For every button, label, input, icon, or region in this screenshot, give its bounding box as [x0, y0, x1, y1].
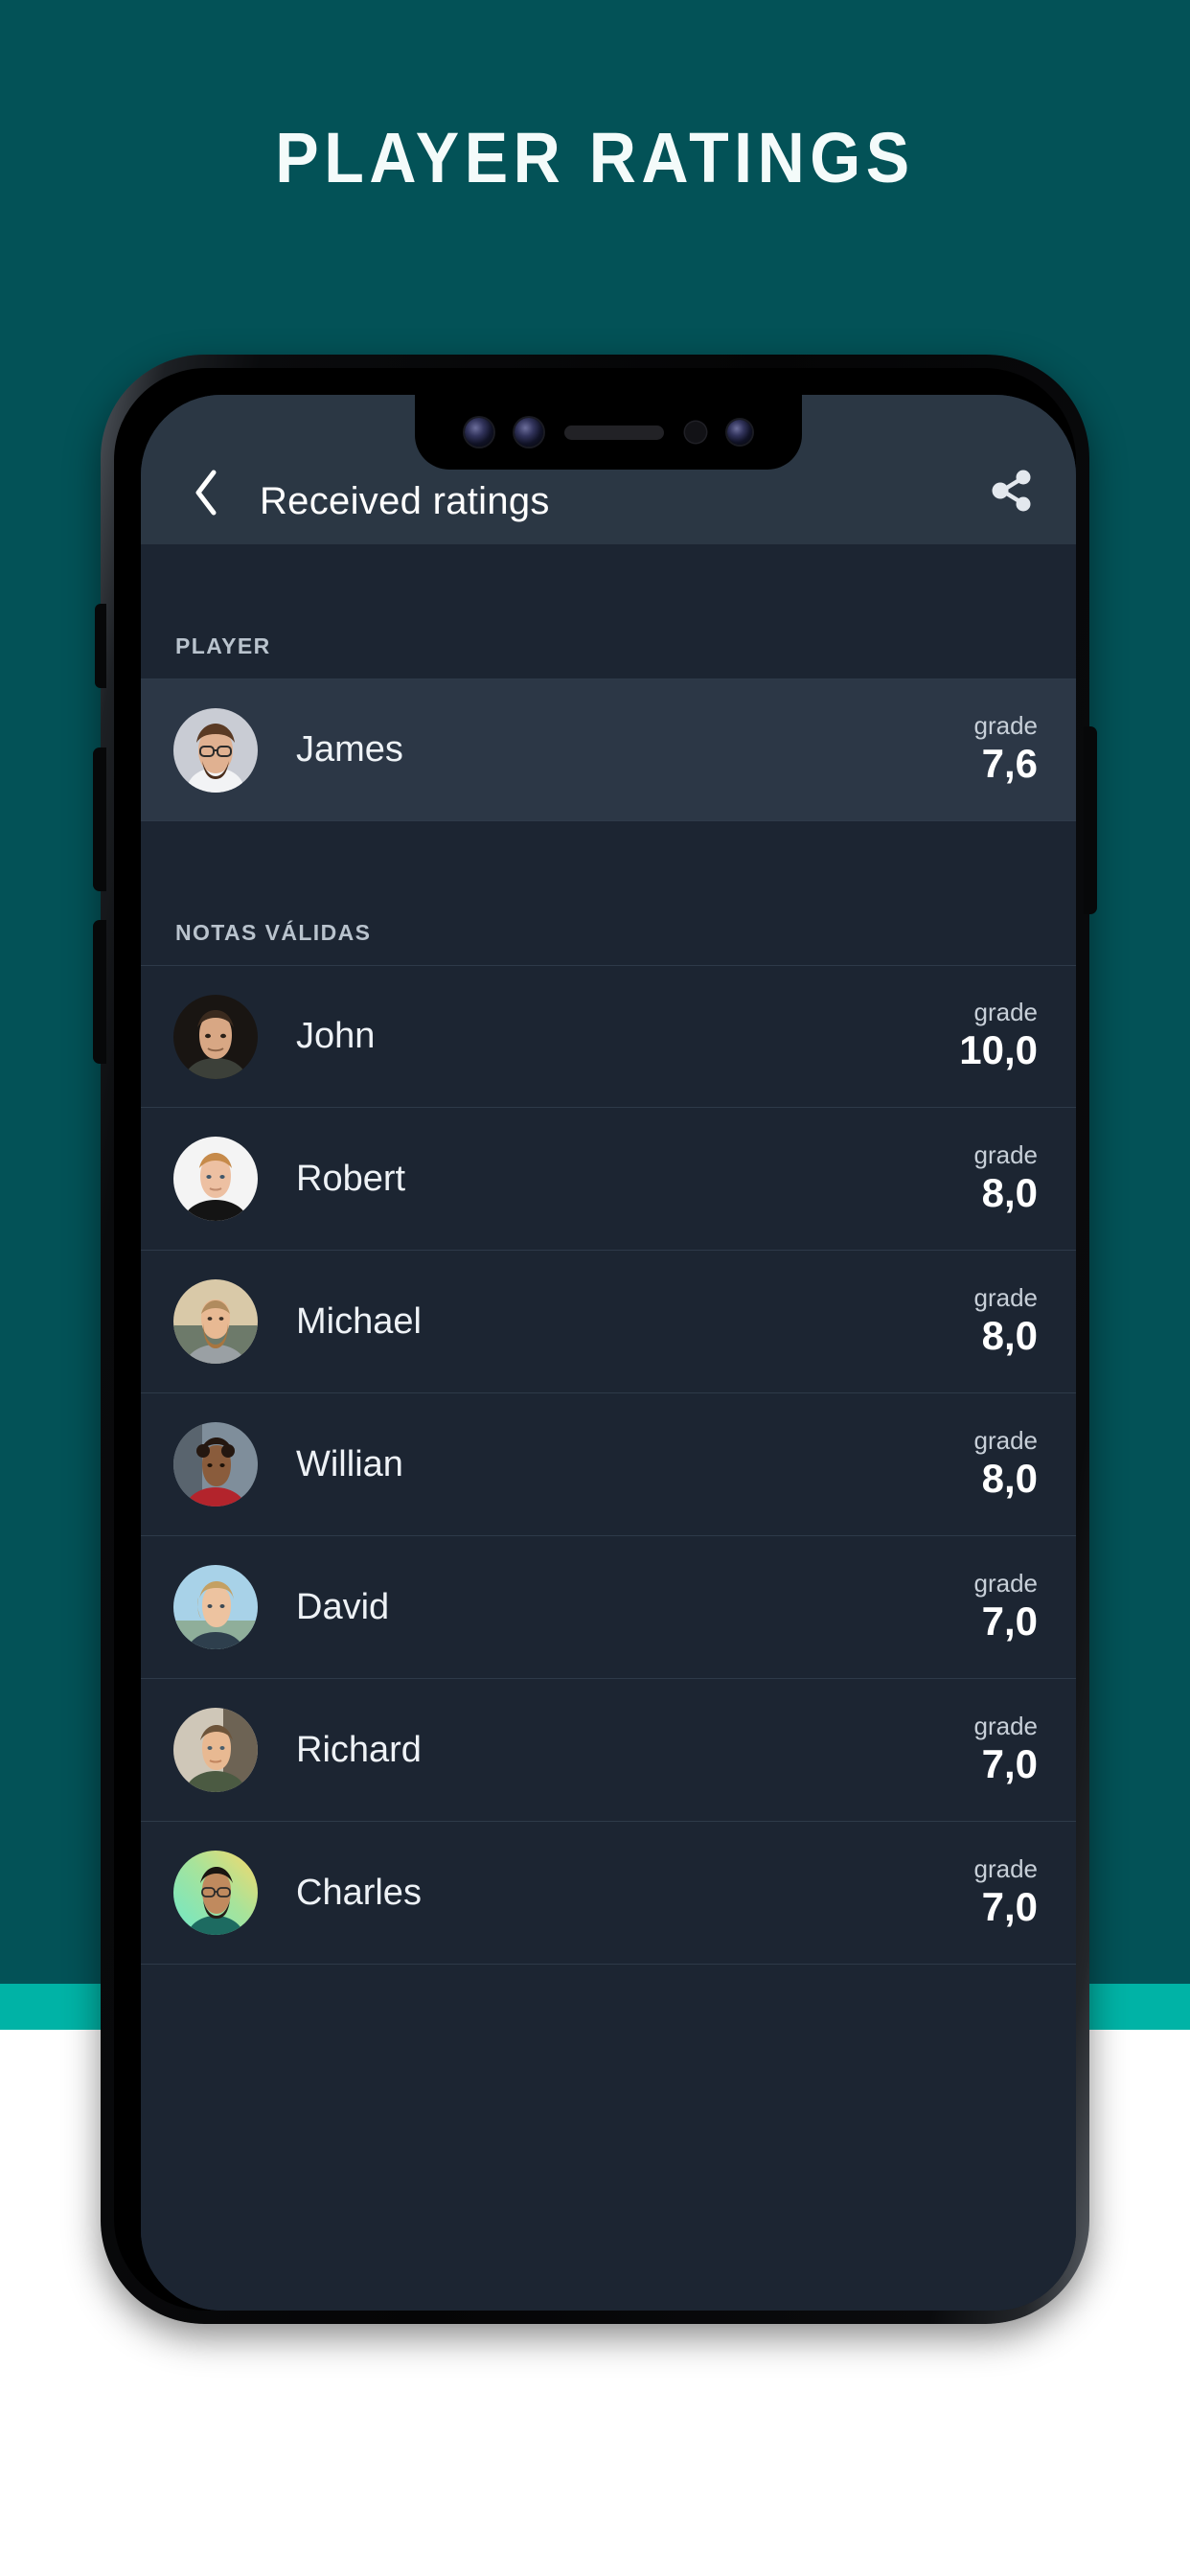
- grade-block: grade 7,0: [973, 1853, 1044, 1930]
- share-icon: [986, 466, 1036, 520]
- table-row[interactable]: John grade 10,0: [141, 965, 1076, 1108]
- grade-label: grade: [973, 1425, 1039, 1455]
- player-name: Charles: [296, 1872, 422, 1913]
- ratings-list[interactable]: PLAYER James grade 7,6 NOTAS VÁLIDAS Joh…: [141, 544, 1076, 2311]
- camera-lens-icon: [465, 418, 493, 447]
- avatar: [173, 994, 258, 1079]
- player-name: Richard: [296, 1729, 422, 1770]
- grade-label: grade: [973, 1139, 1039, 1169]
- grade-block: grade 8,0: [973, 1139, 1044, 1216]
- app-title: Received ratings: [260, 480, 550, 522]
- back-button[interactable]: [175, 462, 237, 523]
- phone-bezel: Received ratings PLAYER James grade 7,6 …: [114, 368, 1076, 2311]
- page-title: PLAYER RATINGS: [275, 118, 915, 197]
- share-button[interactable]: [980, 462, 1041, 523]
- player-name: John: [296, 1016, 376, 1056]
- player-name: Willian: [296, 1443, 403, 1484]
- grade-value: 8,0: [981, 1169, 1038, 1215]
- chevron-left-icon: [190, 468, 222, 518]
- player-name: Michael: [296, 1300, 422, 1342]
- table-row[interactable]: Richard grade 7,0: [141, 1679, 1076, 1822]
- volume-up-button[interactable]: [93, 748, 106, 891]
- grade-value: 7,0: [981, 1598, 1038, 1644]
- grade-value: 7,0: [981, 1740, 1038, 1786]
- grade-label: grade: [973, 1282, 1039, 1312]
- table-row[interactable]: James grade 7,6: [141, 678, 1076, 821]
- grade-value: 7,6: [981, 741, 1038, 787]
- grade-value: 8,0: [981, 1312, 1038, 1358]
- table-row[interactable]: Willian grade 8,0: [141, 1393, 1076, 1536]
- avatar: [173, 1565, 258, 1649]
- grade-value: 8,0: [981, 1455, 1038, 1501]
- grade-value: 10,0: [959, 1027, 1038, 1073]
- grade-label: grade: [973, 1568, 1039, 1598]
- grade-label: grade: [973, 998, 1039, 1027]
- grade-label: grade: [973, 1711, 1039, 1740]
- section-header-notas-validas: NOTAS VÁLIDAS: [141, 821, 1076, 965]
- power-button[interactable]: [1084, 726, 1097, 914]
- avatar: [173, 1851, 258, 1935]
- avatar: [173, 1422, 258, 1506]
- grade-block: grade 8,0: [973, 1282, 1044, 1359]
- player-name: James: [296, 729, 403, 770]
- app-screen: Received ratings PLAYER James grade 7,6 …: [141, 395, 1076, 2311]
- avatar: [173, 1708, 258, 1792]
- avatar: [173, 707, 258, 793]
- phone-frame: Received ratings PLAYER James grade 7,6 …: [93, 355, 1097, 2324]
- grade-block: grade 7,6: [974, 712, 1044, 787]
- phone-notch: [415, 395, 802, 470]
- proximity-sensor-icon: [685, 422, 706, 443]
- table-row[interactable]: David grade 7,0: [141, 1536, 1076, 1679]
- camera-lens-icon: [515, 418, 543, 447]
- grade-value: 7,0: [981, 1883, 1038, 1929]
- table-row[interactable]: Charles grade 7,0: [141, 1822, 1076, 1965]
- speaker-grille-icon: [564, 425, 664, 440]
- grade-block: grade 7,0: [973, 1568, 1044, 1644]
- table-row[interactable]: Robert grade 8,0: [141, 1108, 1076, 1251]
- silent-switch[interactable]: [95, 604, 106, 688]
- avatar: [173, 1279, 258, 1364]
- avatar: [173, 1137, 258, 1221]
- grade-block: grade 7,0: [973, 1711, 1044, 1787]
- phone-screen: Received ratings PLAYER James grade 7,6 …: [141, 395, 1076, 2311]
- grade-label: grade: [973, 1853, 1039, 1883]
- section-header-player: PLAYER: [141, 544, 1076, 678]
- camera-lens-icon: [727, 420, 752, 445]
- table-row[interactable]: Michael grade 8,0: [141, 1251, 1076, 1393]
- grade-label: grade: [973, 711, 1039, 741]
- grade-block: grade 8,0: [973, 1425, 1044, 1502]
- grade-block: grade 10,0: [959, 999, 1043, 1073]
- player-name: Robert: [296, 1158, 406, 1199]
- player-name: David: [296, 1586, 390, 1627]
- volume-down-button[interactable]: [93, 920, 106, 1064]
- phone-mockup: Received ratings PLAYER James grade 7,6 …: [93, 355, 1097, 2331]
